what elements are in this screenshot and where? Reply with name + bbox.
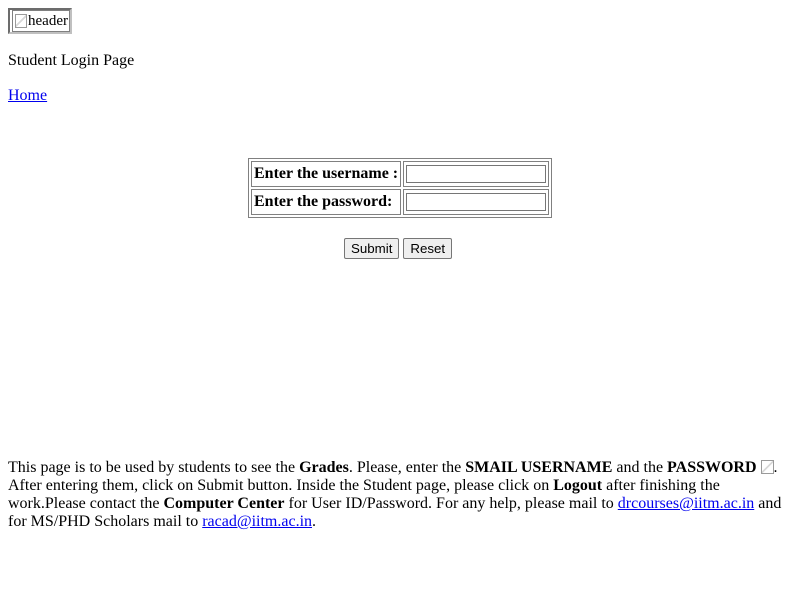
info-text-8: . [312,513,317,530]
username-cell [403,161,550,187]
broken-image-icon [760,460,774,474]
header-image-frame: header [12,10,70,32]
info-text-1: This page is to be used by students to s… [8,459,300,476]
drcourses-email-link[interactable]: drcourses@iitm.ac.in [618,495,754,512]
password-row: Enter the password: [251,189,550,215]
info-smail-username: SMAIL USERNAME [465,459,613,476]
submit-button[interactable]: Submit [344,238,400,259]
info-text-6: for User ID/Password. For any help, plea… [284,495,618,512]
info-password: PASSWORD [667,459,757,476]
header-image-alt-text: header [28,12,68,29]
form-buttons: Submit Reset [344,238,453,259]
password-label: Enter the password: [251,189,402,215]
page-title: Student Login Page [8,52,135,69]
header-image: header [8,8,72,34]
info-computer-center: Computer Center [163,495,285,512]
home-link[interactable]: Home [8,87,47,105]
username-label: Enter the username : [251,161,402,187]
broken-image-icon [15,14,27,28]
password-input[interactable] [406,192,547,211]
reset-button[interactable]: Reset [403,238,453,259]
info-logout: Logout [553,477,603,494]
login-table: Enter the username : Enter the password: [248,158,553,218]
username-row: Enter the username : [251,161,550,187]
info-text-2: . Please, enter the [348,459,466,476]
racad-email-link[interactable]: racad@iitm.ac.in [202,513,312,530]
info-grades: Grades [299,459,349,476]
info-paragraph: This page is to be used by students to s… [8,459,792,531]
info-text-3: and the [612,459,668,476]
username-input[interactable] [406,164,547,183]
password-cell [403,189,550,215]
